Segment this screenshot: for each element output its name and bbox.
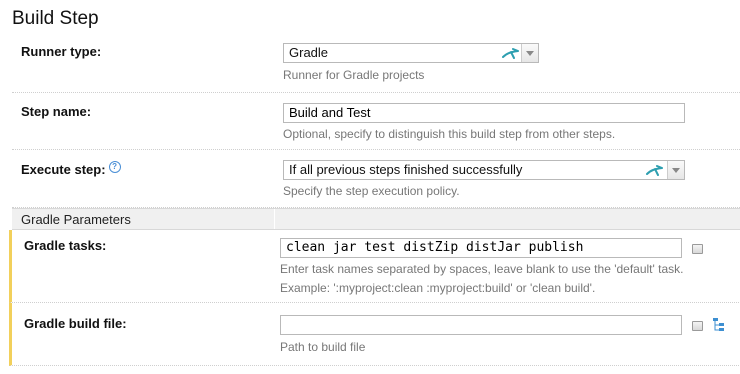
gradle-runner-icon [502,48,519,59]
runner-type-hint: Runner for Gradle projects [283,68,425,82]
gradle-tasks-label: Gradle tasks: [24,238,107,253]
gradle-tasks-row: Gradle tasks: clean jar test distZip dis… [9,230,740,303]
execute-step-value: If all previous steps finished successfu… [289,162,523,177]
gradle-build-file-row: Gradle build file: Path to build file [9,303,740,366]
step-name-row: Step name: Build and Test Optional, spec… [12,93,740,150]
gradle-build-file-hint: Path to build file [280,340,366,354]
gradle-build-file-input[interactable] [280,315,682,335]
runner-type-label: Runner type: [21,44,102,59]
execute-step-label-wrap: Execute step:? [21,161,121,177]
step-name-input[interactable]: Build and Test [283,103,685,123]
runner-type-row: Runner type: Gradle Runner for Gradle pr… [12,38,740,93]
page-title: Build Step [12,8,99,29]
tree-browse-icon[interactable] [712,317,726,333]
runner-type-value: Gradle [289,45,329,60]
chevron-down-icon[interactable] [667,161,684,179]
gradle-build-file-label: Gradle build file: [24,316,127,331]
gradle-tasks-input[interactable]: clean jar test distZip distJar publish [280,238,682,258]
gradle-parameters-title: Gradle Parameters [21,212,131,227]
step-name-label: Step name: [21,104,92,119]
expand-textarea-icon[interactable] [692,321,703,331]
gradle-tasks-example: Example: ':myproject:clean :myproject:bu… [280,281,596,295]
execute-step-row: Execute step:? If all previous steps fin… [12,150,740,208]
gradle-tasks-hint: Enter task names separated by spaces, le… [280,262,684,276]
execute-step-label: Execute step: [21,162,106,177]
runner-type-select[interactable]: Gradle [283,43,539,63]
help-icon[interactable]: ? [108,161,121,173]
gradle-runner-icon [646,165,663,176]
step-name-hint: Optional, specify to distinguish this bu… [283,127,616,141]
execute-step-select[interactable]: If all previous steps finished successfu… [283,160,685,180]
expand-textarea-icon[interactable] [692,244,703,254]
execute-step-hint: Specify the step execution policy. [283,184,460,198]
gradle-parameters-header: Gradle Parameters [12,208,740,230]
chevron-down-icon[interactable] [521,44,538,62]
